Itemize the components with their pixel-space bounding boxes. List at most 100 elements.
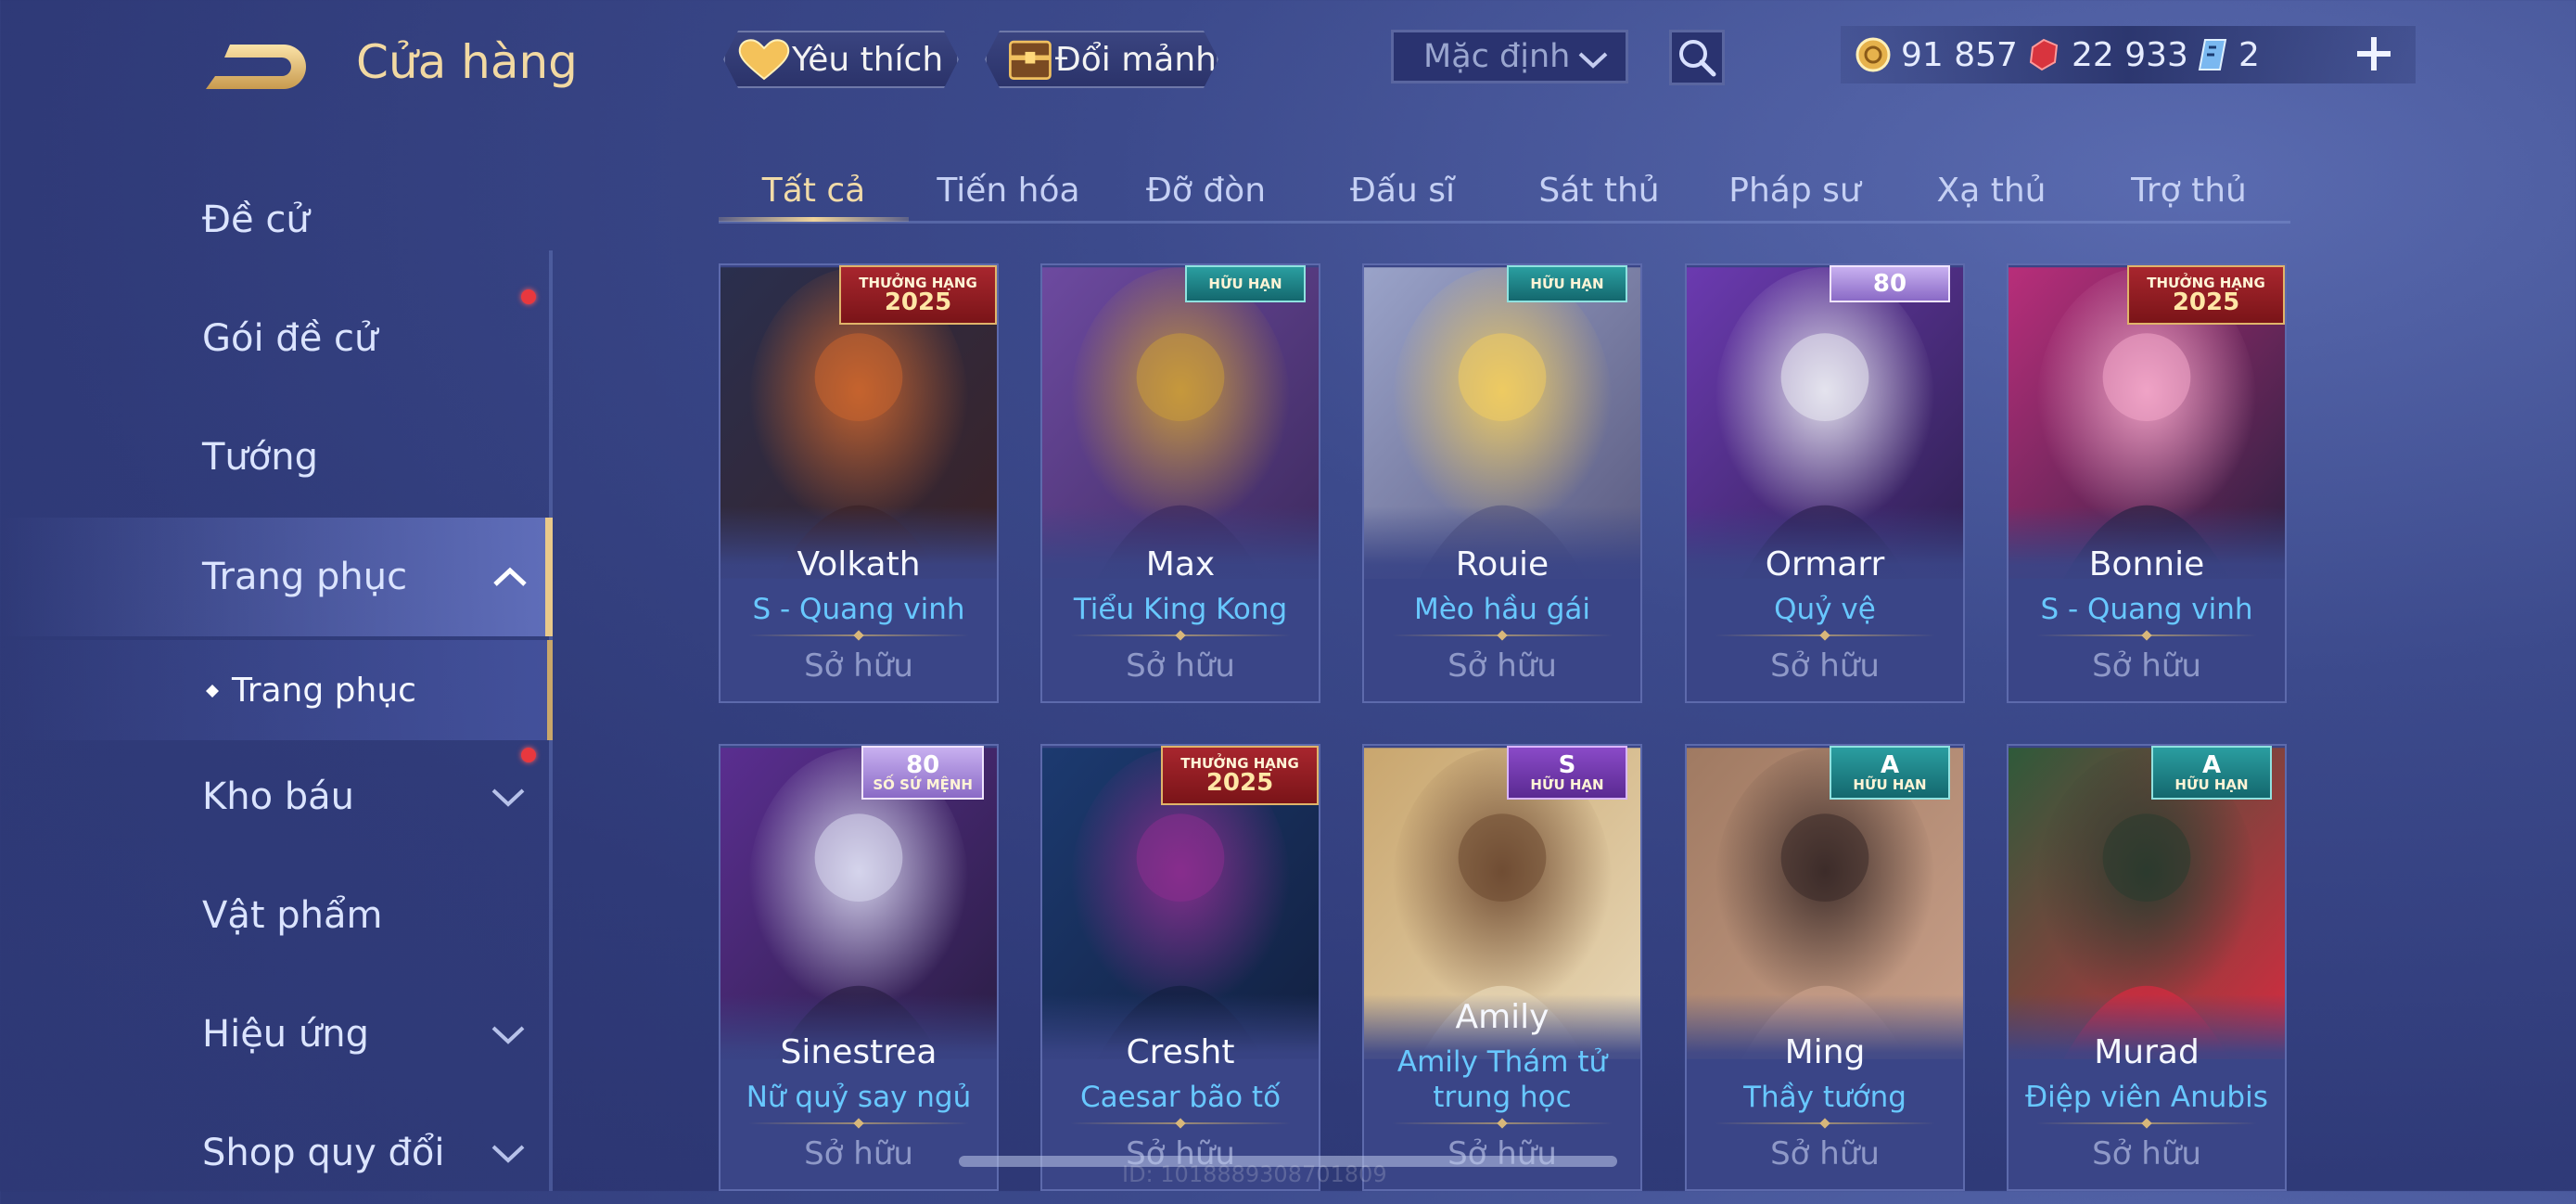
sidebar-item-label: Kho báu — [202, 775, 355, 818]
voucher-amount: 2 — [2238, 35, 2260, 74]
favorites-button[interactable]: Yêu thích — [723, 31, 959, 88]
skin-card[interactable]: Murad Điệp viên Anubis Sở hữu A HỮU HẠN — [2007, 744, 2287, 1191]
sidebar-subitem-skins[interactable]: Trang phục — [0, 640, 553, 740]
skin-tier-badge: THƯỞNG HẠNG 2025 — [839, 265, 997, 325]
ownership-status: Sở hữu — [1447, 1135, 1557, 1172]
hero-name: Sinestrea — [780, 1033, 937, 1071]
skin-card[interactable]: Ormarr Quỷ vệ Sở hữu 80 — [1685, 263, 1965, 703]
skin-card[interactable]: Bonnie S - Quang vinh Sở hữu THƯỞNG HẠNG 202… — [2007, 263, 2287, 703]
card-divider — [1070, 630, 1291, 641]
diamond-bullet-icon — [206, 685, 219, 698]
gem-currency: 22 933 — [2025, 28, 2188, 82]
tab-all[interactable]: Tất cả — [719, 158, 909, 223]
plus-icon — [2357, 37, 2391, 70]
skin-name: Mèo hầu gái — [1413, 593, 1591, 626]
chevron-down-icon — [491, 1026, 525, 1044]
skin-card[interactable]: Amily Amily Thám tử trung học Sở hữu S HỮU H… — [1362, 744, 1642, 1191]
tab-mage[interactable]: Pháp sư — [1700, 158, 1890, 223]
skin-tier-badge: A HỮU HẠN — [2151, 746, 2272, 800]
hero-name: Max — [1145, 545, 1216, 583]
chevron-down-icon — [1578, 52, 1608, 69]
sidebar-item-label: Vật phẩm — [202, 894, 383, 937]
back-arrow-icon — [206, 45, 306, 89]
skin-card[interactable]: Sinestrea Nữ quỷ say ngủ Sở hữu 80 SỐ SỨ MỆN… — [719, 744, 999, 1191]
skin-name: Thầy tướng — [1743, 1081, 1906, 1114]
skin-tier-badge: 80 — [1830, 265, 1950, 302]
badge-value: 2025 — [2172, 288, 2240, 316]
sidebar-item-recommended-packs[interactable]: Gói đề cử — [0, 288, 553, 390]
search-button[interactable] — [1669, 30, 1725, 85]
search-icon — [1679, 40, 1716, 77]
card-divider — [1715, 630, 1935, 641]
sidebar-item-skins[interactable]: Trang phục — [0, 518, 553, 636]
chevron-down-icon — [491, 788, 525, 807]
sidebar-item-effects[interactable]: Hiệu ứng — [0, 983, 553, 1085]
tab-tank[interactable]: Đỡ đòn — [1111, 158, 1301, 223]
hero-name: Ormarr — [1765, 545, 1885, 583]
ownership-status: Sở hữu — [2092, 1135, 2201, 1172]
tab-support[interactable]: Trợ thủ — [2094, 158, 2284, 223]
tab-assassin[interactable]: Sát thủ — [1504, 158, 1694, 223]
skin-tier-badge: HỮU HẠN — [1507, 265, 1627, 302]
ownership-status: Sở hữu — [2092, 647, 2201, 685]
card-divider — [1392, 1118, 1613, 1129]
card-divider — [2036, 1118, 2257, 1129]
ownership-status: Sở hữu — [1770, 1135, 1880, 1172]
tab-fighter[interactable]: Đấu sĩ — [1307, 158, 1498, 223]
sidebar-item-recommended[interactable]: Đề cử — [0, 169, 553, 271]
treasure-chest-icon — [1005, 34, 1055, 84]
badge-value: A — [2201, 751, 2222, 779]
skin-card[interactable]: Volkath S - Quang vinh Sở hữu THƯỞNG HẠNG 20… — [719, 263, 999, 703]
back-button[interactable] — [202, 35, 312, 96]
sidebar-item-items[interactable]: Vật phẩm — [0, 865, 553, 967]
badge-value: 2025 — [884, 288, 952, 316]
skin-name: Tiểu King Kong — [1073, 593, 1288, 626]
skin-tier-badge: THƯỞNG HẠNG 2025 — [1161, 746, 1319, 805]
skin-card[interactable]: Max Tiểu King Kong Sở hữu HỮU HẠN — [1040, 263, 1320, 703]
sidebar-item-exchange-shop[interactable]: Shop quy đổi — [0, 1102, 553, 1204]
favorites-label: Yêu thích — [792, 40, 944, 79]
hero-name: Volkath — [797, 545, 921, 583]
ownership-status: Sở hữu — [1770, 647, 1880, 685]
card-divider — [1070, 1118, 1291, 1129]
notification-dot — [521, 289, 536, 304]
skin-card[interactable]: Cresht Caesar bão tố Sở hữu THƯỞNG HẠNG 2025 — [1040, 744, 1320, 1191]
sidebar-item-label: Shop quy đổi — [202, 1132, 445, 1174]
badge-value: A — [1880, 751, 1900, 779]
sidebar-item-heroes[interactable]: Tướng — [0, 406, 553, 508]
badge-label: HỮU HẠN — [1208, 275, 1282, 292]
ownership-status: Sở hữu — [1126, 647, 1235, 685]
skin-card[interactable]: Rouie Mèo hầu gái Sở hữu HỮU HẠN — [1362, 263, 1642, 703]
gold-coin-icon — [1855, 37, 1891, 72]
tab-marksman[interactable]: Xạ thủ — [1896, 158, 2086, 223]
hero-name: Ming — [1784, 1033, 1866, 1071]
sidebar-item-treasure[interactable]: Kho báu — [0, 746, 553, 848]
skin-name: Điệp viên Anubis — [2025, 1081, 2268, 1114]
card-divider — [748, 1118, 969, 1129]
hero-name: Murad — [2094, 1033, 2200, 1071]
chevron-down-icon — [491, 1145, 525, 1163]
sort-dropdown-value: Mặc định — [1423, 38, 1571, 75]
skin-name: S - Quang vinh — [2040, 593, 2253, 626]
chevron-up-icon — [493, 567, 527, 586]
tab-evolution[interactable]: Tiến hóa — [913, 158, 1103, 223]
badge-label: HỮU HẠN — [1530, 275, 1604, 292]
sidebar-item-label: Hiệu ứng — [202, 1013, 369, 1056]
skin-tier-badge: HỮU HẠN — [1185, 265, 1306, 302]
skin-name: Amily Thám tử trung học — [1396, 1045, 1608, 1114]
badge-value: 80 — [1872, 270, 1907, 298]
sort-dropdown[interactable]: Mặc định — [1391, 30, 1628, 83]
skin-name: Quỷ vệ — [1774, 593, 1876, 626]
card-divider — [1392, 630, 1613, 641]
hero-name: Rouie — [1455, 545, 1549, 583]
gem-amount: 22 933 — [2072, 35, 2188, 74]
badge-value: S — [1558, 751, 1576, 779]
card-divider — [748, 630, 969, 641]
exchange-fragments-button[interactable]: Đổi mảnh — [985, 31, 1218, 88]
skin-tier-badge: THƯỞNG HẠNG 2025 — [2127, 265, 2285, 325]
sidebar-item-label: Gói đề cử — [202, 317, 378, 360]
user-id-watermark: ID: 1018889308701809 — [1122, 1161, 1387, 1187]
skin-card[interactable]: Ming Thầy tướng Sở hữu A HỮU HẠN — [1685, 744, 1965, 1191]
badge-label: HỮU HẠN — [1853, 776, 1927, 793]
add-currency-button[interactable] — [2352, 32, 2396, 76]
